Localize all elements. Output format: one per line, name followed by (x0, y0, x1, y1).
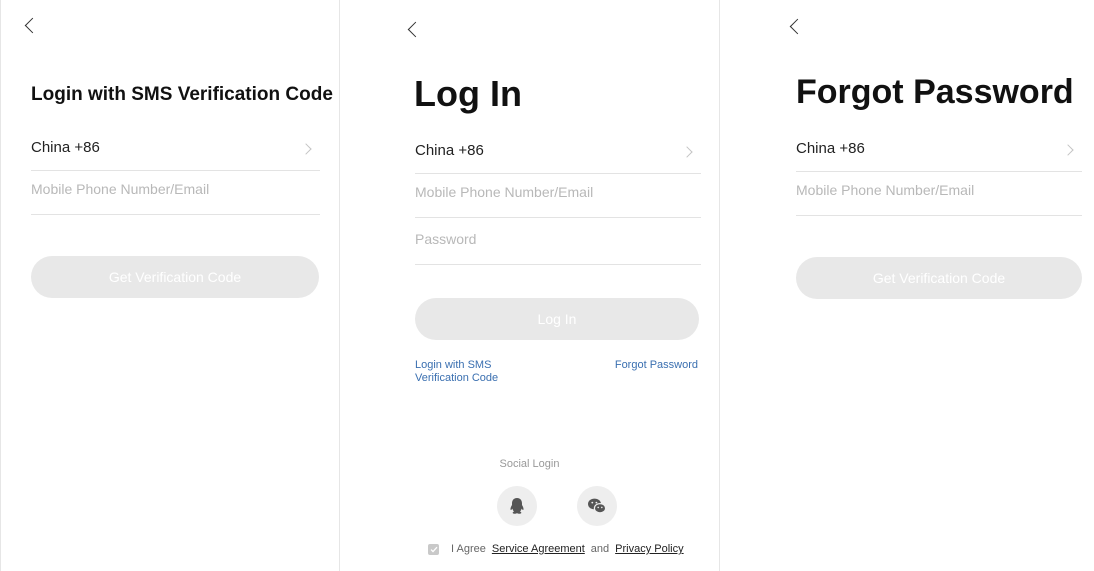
phone-email-field-row (31, 171, 320, 215)
back-chevron-icon[interactable] (24, 17, 41, 34)
wechat-icon (588, 498, 607, 514)
country-code-value: China +86 (415, 142, 484, 159)
page-title: Log In (414, 73, 522, 114)
country-code-selector[interactable]: China +86 (796, 128, 1082, 172)
country-code-selector[interactable]: China +86 (31, 127, 320, 171)
country-code-selector[interactable]: China +86 (415, 130, 701, 174)
login-screen: Log In China +86 Log In Login with SMS V… (340, 0, 720, 571)
phone-email-field-row (415, 174, 701, 218)
forgot-password-screen: Forgot Password China +86 Get Verificati… (720, 0, 1094, 571)
back-chevron-icon[interactable] (789, 18, 806, 35)
wechat-login-button[interactable] (577, 486, 617, 526)
password-input[interactable] (415, 231, 701, 247)
get-verification-code-button[interactable]: Get Verification Code (31, 256, 319, 298)
chevron-right-icon (1062, 144, 1074, 156)
page-title: Login with SMS Verification Code (31, 84, 333, 105)
country-code-value: China +86 (31, 139, 100, 156)
country-code-value: China +86 (796, 140, 865, 157)
agree-prefix: I Agree (451, 543, 486, 555)
service-agreement-link[interactable]: Service Agreement (492, 543, 585, 555)
phone-email-input[interactable] (415, 184, 701, 200)
checkmark-icon (430, 546, 437, 553)
phone-email-input[interactable] (796, 182, 1082, 198)
social-login-label: Social Login (499, 458, 560, 470)
sms-login-link-line2: Verification Code (415, 372, 499, 384)
qq-icon (510, 498, 524, 514)
chevron-right-icon (300, 143, 312, 155)
login-button[interactable]: Log In (415, 298, 699, 340)
privacy-policy-link[interactable]: Privacy Policy (615, 543, 683, 555)
qq-login-button[interactable] (497, 486, 537, 526)
password-field-row (415, 221, 701, 265)
agreement-row: I Agree Service Agreement and Privacy Po… (428, 543, 684, 555)
chevron-right-icon (681, 146, 693, 158)
back-chevron-icon[interactable] (407, 21, 424, 38)
sms-login-link-line1: Login with SMS (415, 359, 492, 371)
agree-checkbox[interactable] (428, 543, 439, 555)
sms-login-link[interactable]: Login with SMS Verification Code (415, 359, 498, 385)
sms-login-screen: Login with SMS Verification Code China +… (0, 0, 340, 571)
get-verification-code-button[interactable]: Get Verification Code (796, 257, 1082, 299)
forgot-password-link[interactable]: Forgot Password (615, 359, 698, 372)
phone-email-field-row (796, 172, 1082, 216)
phone-email-input[interactable] (31, 181, 320, 197)
agree-and-text: and (590, 543, 610, 555)
page-title: Forgot Password (796, 73, 1074, 111)
